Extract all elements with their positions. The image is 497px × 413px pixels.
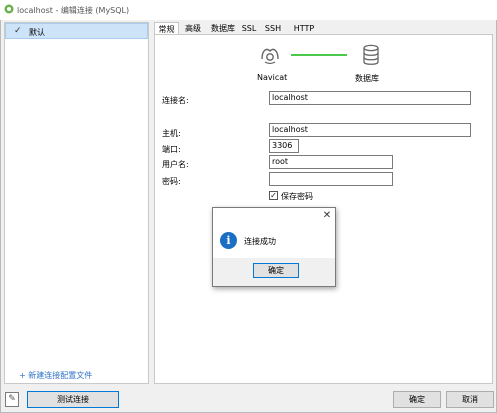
dialog-message: 连接成功: [244, 237, 276, 246]
sidebar: ✓ 默认 + 新建连接配置文件: [4, 22, 149, 384]
cancel-button[interactable]: 取消: [446, 391, 494, 408]
port-input[interactable]: 3306: [269, 139, 299, 153]
title-bar[interactable]: localhost - 编辑连接 (MySQL): [0, 0, 497, 20]
window-title: localhost - 编辑连接 (MySQL): [17, 6, 130, 15]
database-label: 数据库: [355, 74, 379, 83]
dialog-ok-button[interactable]: 确定: [253, 263, 299, 278]
connection-diagram: Navicat 数据库: [249, 43, 409, 83]
checkmark-icon: ✓: [14, 26, 22, 36]
connection-line: [291, 54, 347, 56]
host-input[interactable]: localhost: [269, 123, 471, 137]
edit-icon[interactable]: ✎: [5, 392, 19, 407]
connection-name-input[interactable]: localhost: [269, 91, 471, 105]
sidebar-item-label: 默认: [29, 28, 45, 37]
password-label: 密码:: [162, 177, 181, 186]
new-connection-profile-link[interactable]: + 新建连接配置文件: [19, 370, 92, 381]
username-label: 用户名:: [162, 160, 189, 169]
username-input[interactable]: root: [269, 155, 393, 169]
connection-name-label: 连接名:: [162, 96, 189, 105]
bottom-bar: ✎ 测试连接 确定 取消: [0, 386, 497, 413]
sidebar-item-default[interactable]: ✓ 默认: [5, 23, 148, 39]
ok-button[interactable]: 确定: [393, 391, 441, 408]
save-password-checkbox[interactable]: ✓: [269, 191, 278, 200]
save-password-label: 保存密码: [281, 192, 313, 201]
test-connection-button[interactable]: 测试连接: [27, 391, 119, 408]
database-icon: [363, 44, 379, 65]
info-icon: i: [220, 232, 237, 249]
navicat-label: Navicat: [257, 73, 288, 82]
navicat-icon: [261, 48, 279, 65]
host-label: 主机:: [162, 129, 181, 138]
close-icon[interactable]: ✕: [321, 210, 333, 222]
connection-success-dialog: ✕ i 连接成功 确定: [212, 207, 336, 287]
password-input[interactable]: [269, 172, 393, 186]
port-label: 端口:: [162, 145, 181, 154]
dialog-footer: 确定: [213, 258, 335, 286]
app-icon: [4, 4, 14, 14]
